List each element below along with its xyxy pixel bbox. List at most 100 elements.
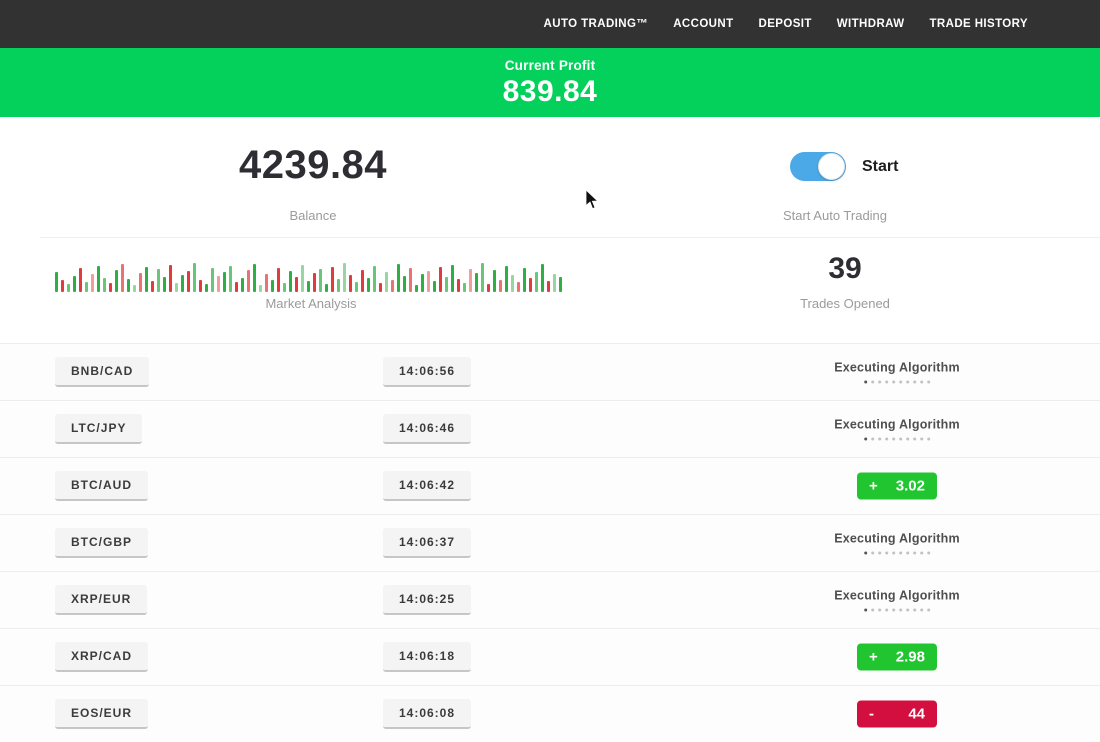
executing-progress-dots	[834, 609, 960, 612]
market-bar	[499, 280, 502, 292]
market-bar	[55, 272, 58, 292]
market-bar	[229, 266, 232, 292]
trade-row: XRP/EUR 14:06:25 Executing Algorithm	[0, 571, 1100, 628]
time-chip[interactable]: 14:06:25	[383, 585, 471, 615]
pair-chip[interactable]: BTC/GBP	[55, 528, 148, 558]
dot-icon	[864, 609, 867, 612]
market-bar	[313, 273, 316, 292]
dot-icon	[920, 438, 923, 441]
market-bar	[199, 280, 202, 292]
dot-icon	[885, 552, 888, 555]
loss-badge: -44	[857, 701, 937, 728]
badge-value: 2.98	[896, 649, 925, 666]
trade-row: BTC/GBP 14:06:37 Executing Algorithm	[0, 514, 1100, 571]
balance-value: 4239.84	[103, 143, 523, 188]
market-bar	[337, 279, 340, 292]
dot-icon	[871, 609, 874, 612]
dot-icon	[878, 609, 881, 612]
auto-trading-app: AUTO TRADING™ ACCOUNT DEPOSIT WITHDRAW TRADE…	[0, 0, 1100, 742]
time-chip[interactable]: 14:06:42	[383, 471, 471, 501]
market-bar	[67, 284, 70, 292]
dot-icon	[913, 438, 916, 441]
dot-icon	[920, 381, 923, 384]
market-bar	[379, 283, 382, 292]
market-bar	[343, 263, 346, 292]
trades-list: BNB/CAD 14:06:56 Executing Algorithm LTC…	[0, 343, 1100, 742]
pair-chip[interactable]: BTC/AUD	[55, 471, 148, 501]
market-bar	[61, 280, 64, 292]
time-chip[interactable]: 14:06:46	[383, 414, 471, 444]
time-chip[interactable]: 14:06:56	[383, 357, 471, 387]
market-bar	[415, 285, 418, 292]
market-bar	[127, 279, 130, 292]
dot-icon	[920, 552, 923, 555]
trades-opened-value: 39	[745, 252, 945, 286]
profit-badge: +3.02	[857, 473, 937, 500]
nav-item-withdraw[interactable]: WITHDRAW	[837, 18, 905, 30]
market-bar	[523, 268, 526, 292]
market-bar	[451, 265, 454, 292]
market-bar	[115, 270, 118, 292]
market-bar	[457, 279, 460, 292]
market-bar	[169, 265, 172, 292]
pair-chip[interactable]: BNB/CAD	[55, 357, 149, 387]
time-chip[interactable]: 14:06:18	[383, 642, 471, 672]
market-bar	[409, 268, 412, 292]
dot-icon	[913, 552, 916, 555]
dot-icon	[892, 438, 895, 441]
executing-progress-dots	[834, 381, 960, 384]
market-bar	[301, 265, 304, 292]
market-bar	[79, 268, 82, 292]
pair-chip[interactable]: EOS/EUR	[55, 699, 148, 729]
market-bar	[475, 273, 478, 292]
start-auto-trading-label: Start Auto Trading	[715, 208, 955, 223]
market-bar	[319, 269, 322, 292]
nav-item-deposit[interactable]: DEPOSIT	[759, 18, 812, 30]
market-bar	[391, 280, 394, 292]
market-bar	[307, 281, 310, 292]
trade-status-cell: +3.02	[857, 473, 937, 500]
trade-status-cell: +2.98	[857, 644, 937, 671]
profit-badge: +2.98	[857, 644, 937, 671]
badge-sign: +	[869, 478, 878, 495]
market-bar	[529, 278, 532, 292]
dot-icon	[906, 438, 909, 441]
executing-algorithm-label: Executing Algorithm	[834, 589, 960, 603]
market-bar	[505, 266, 508, 292]
market-bar	[361, 270, 364, 292]
market-bar	[463, 283, 466, 292]
dot-icon	[906, 381, 909, 384]
dot-icon	[871, 438, 874, 441]
badge-value: 3.02	[896, 478, 925, 495]
trade-status-cell: Executing Algorithm	[834, 418, 960, 441]
market-bar	[181, 275, 184, 292]
market-bar	[175, 283, 178, 292]
market-bar	[85, 282, 88, 292]
badge-sign: +	[869, 649, 878, 666]
dot-icon	[885, 438, 888, 441]
market-bar	[517, 282, 520, 292]
current-profit-value: 839.84	[0, 75, 1100, 109]
nav-item-account[interactable]: ACCOUNT	[673, 18, 733, 30]
nav-item-trade-history[interactable]: TRADE HISTORY	[930, 18, 1029, 30]
pair-chip[interactable]: LTC/JPY	[55, 414, 142, 444]
pair-chip[interactable]: XRP/CAD	[55, 642, 148, 672]
trade-row: XRP/CAD 14:06:18 +2.98	[0, 628, 1100, 685]
market-bar	[139, 273, 142, 292]
dot-icon	[906, 609, 909, 612]
nav-item-auto-trading[interactable]: AUTO TRADING™	[544, 18, 649, 30]
market-bar	[247, 270, 250, 292]
time-chip[interactable]: 14:06:08	[383, 699, 471, 729]
dot-icon	[899, 381, 902, 384]
dot-icon	[892, 609, 895, 612]
dot-icon	[906, 552, 909, 555]
pair-chip[interactable]: XRP/EUR	[55, 585, 147, 615]
time-chip[interactable]: 14:06:37	[383, 528, 471, 558]
main-content: 4239.84 Balance Start Start Auto Trading…	[0, 117, 1100, 742]
market-bar	[151, 281, 154, 292]
market-bar	[331, 267, 334, 292]
dot-icon	[899, 609, 902, 612]
auto-trading-toggle[interactable]	[790, 152, 846, 181]
market-bar	[103, 278, 106, 292]
trades-opened-label: Trades Opened	[745, 296, 945, 311]
